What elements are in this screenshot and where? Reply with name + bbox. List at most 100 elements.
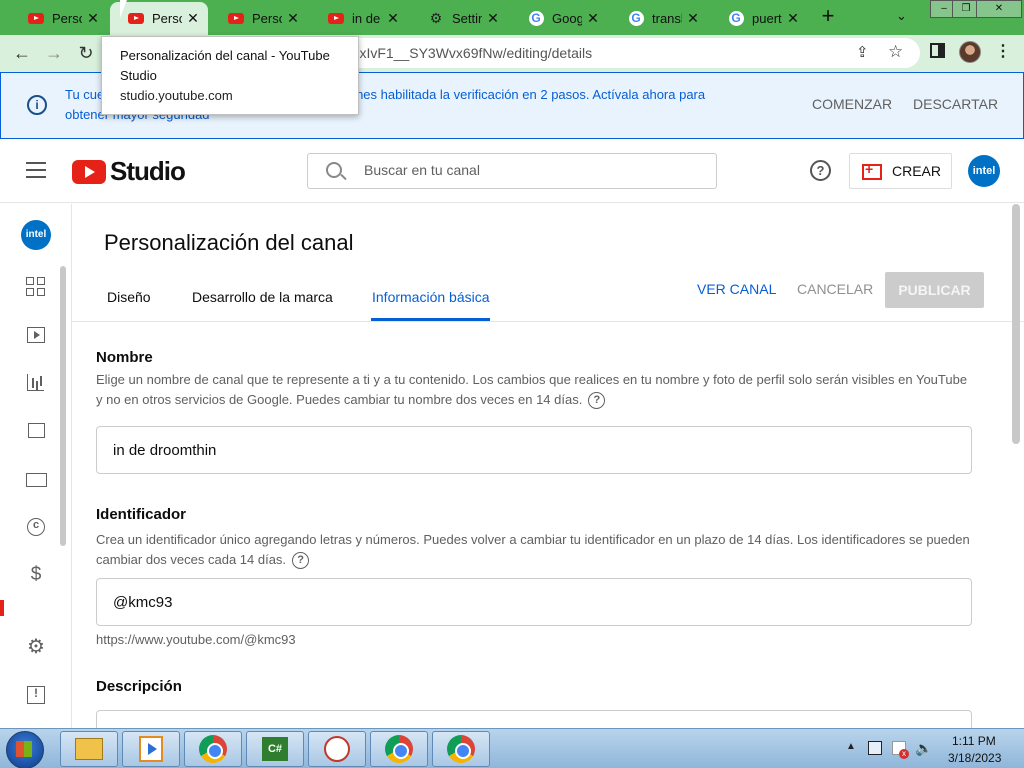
tooltip-title: Personalización del canal - YouTube Stud… (120, 48, 330, 83)
youtube-logo-icon[interactable] (72, 160, 106, 184)
content-icon[interactable] (25, 324, 47, 346)
browser-tab-8[interactable]: G puerto ✕ (710, 4, 808, 32)
gear-icon: ⚙ (429, 9, 443, 26)
close-tab-icon[interactable]: ✕ (586, 10, 600, 27)
comments-icon[interactable] (25, 420, 47, 442)
close-tab-icon[interactable]: ✕ (486, 10, 500, 27)
windows-taskbar: C# ▲ 🔈 1:11 PM 3/18/2023 (0, 728, 1024, 768)
tab-basic-info[interactable]: Información básica (372, 289, 490, 305)
google-icon: G (628, 10, 644, 26)
browser-tab-5[interactable]: ⚙ Settings ✕ (410, 4, 508, 32)
clock-date[interactable]: 3/18/2023 (948, 751, 1001, 765)
nav-scrollbar[interactable] (60, 266, 66, 546)
tab-layout[interactable]: Diseño (107, 289, 151, 305)
snipping-tool-icon (324, 736, 350, 762)
browser-tab-6[interactable]: G Google ✕ (510, 4, 608, 32)
browser-tab-4[interactable]: in de droomthin ✕ (310, 4, 408, 32)
channel-avatar[interactable]: intel (968, 155, 1000, 187)
handle-field[interactable]: @kmc93 (96, 578, 972, 626)
browser-tab-3[interactable]: Personali ✕ (210, 4, 308, 32)
settings-gear-icon[interactable]: ⚙ (25, 636, 47, 658)
close-tab-icon[interactable]: ✕ (786, 10, 800, 27)
nav-active-indicator (0, 600, 4, 616)
browser-menu-icon[interactable]: ⋮ (995, 41, 1011, 61)
channel-name-field[interactable]: in de droomthin (96, 426, 972, 474)
google-icon: G (728, 10, 744, 26)
dashboard-icon[interactable] (25, 276, 47, 298)
view-channel-button[interactable]: VER CANAL (697, 281, 776, 297)
media-player-icon (139, 736, 163, 762)
name-help-icon[interactable]: ? (588, 392, 606, 410)
taskbar-explorer[interactable] (60, 731, 118, 767)
start-button[interactable]: COMENZAR (812, 96, 892, 112)
taskbar-chrome-3[interactable] (432, 731, 490, 767)
youtube-icon (328, 10, 344, 26)
close-tab-icon[interactable]: ✕ (86, 10, 100, 27)
earn-dollar-icon[interactable]: $ (25, 564, 47, 586)
taskbar-chrome-1[interactable] (184, 731, 242, 767)
side-panel-icon[interactable] (930, 43, 945, 58)
nav-channel-avatar[interactable]: intel (21, 220, 51, 250)
cancel-button[interactable]: CANCELAR (797, 281, 873, 297)
close-tab-icon[interactable]: ✕ (286, 10, 300, 27)
help-icon[interactable]: ? (810, 160, 831, 181)
browser-tab-strip: Personali ✕ Personali ✕ Personali ✕ in d… (0, 0, 1024, 35)
main-scrollbar[interactable] (1012, 204, 1020, 444)
taskbar-chrome-2[interactable] (370, 731, 428, 767)
create-label: CREAR (892, 163, 942, 179)
analytics-icon[interactable] (25, 372, 47, 394)
tab-title: Settings (452, 10, 482, 26)
chrome-icon (385, 735, 413, 763)
chrome-icon (447, 735, 475, 763)
tab-title: Personali (52, 10, 82, 26)
tab-branding[interactable]: Desarrollo de la marca (192, 289, 333, 305)
taskbar-media-player[interactable] (122, 731, 180, 767)
tab-title: translate (652, 10, 682, 26)
name-section-title: Nombre (96, 349, 153, 366)
action-center-flag-icon[interactable] (892, 741, 909, 759)
tabs-divider (72, 321, 1024, 322)
close-tab-icon[interactable]: ✕ (186, 10, 200, 27)
taskbar-csharp[interactable]: C# (246, 731, 304, 767)
close-window-button[interactable]: ✕ (976, 0, 1022, 18)
folder-icon (75, 738, 103, 760)
csharp-icon: C# (262, 737, 288, 761)
youtube-icon (28, 10, 44, 26)
create-button[interactable]: CREAR (849, 153, 952, 189)
dismiss-button[interactable]: DESCARTAR (913, 96, 998, 112)
publish-button[interactable]: PUBLICAR (885, 272, 984, 308)
new-tab-button[interactable]: + (816, 5, 840, 29)
tab-title: Personali (252, 10, 282, 26)
tab-search-icon[interactable]: ⌄ (896, 8, 907, 24)
start-button[interactable] (2, 729, 46, 768)
search-input[interactable] (364, 162, 694, 178)
left-nav: intel $ ⚙ (0, 204, 72, 728)
feedback-icon[interactable] (25, 684, 47, 706)
description-field[interactable] (96, 710, 972, 728)
back-arrow-icon[interactable]: ← (10, 42, 34, 66)
reload-icon[interactable]: ↻ (74, 42, 98, 66)
volume-icon[interactable]: 🔈 (915, 740, 932, 757)
taskbar-snipping[interactable] (308, 731, 366, 767)
handle-help-icon[interactable]: ? (292, 552, 310, 570)
bookmark-star-icon[interactable]: ☆ (888, 42, 903, 62)
clock-time[interactable]: 1:11 PM (952, 734, 996, 748)
youtube-icon (228, 10, 244, 26)
close-tab-icon[interactable]: ✕ (686, 10, 700, 27)
share-icon[interactable]: ⇪ (856, 43, 869, 61)
subtitles-icon[interactable] (25, 468, 47, 490)
handle-section-title: Identificador (96, 506, 187, 523)
show-hidden-icons-icon[interactable]: ▲ (846, 741, 856, 752)
close-tab-icon[interactable]: ✕ (386, 10, 400, 27)
profile-avatar[interactable] (959, 41, 981, 63)
copyright-icon[interactable] (25, 516, 47, 538)
browser-tab-7[interactable]: G translate ✕ (610, 4, 708, 32)
tab-title: Personali (152, 11, 182, 26)
hamburger-menu-icon[interactable] (26, 162, 46, 178)
forward-arrow-icon[interactable]: → (42, 42, 66, 66)
handle-url: https://www.youtube.com/@kmc93 (96, 632, 296, 647)
search-box[interactable] (307, 153, 717, 189)
network-icon[interactable] (868, 741, 882, 755)
browser-tab-1[interactable]: Personali ✕ (10, 4, 108, 32)
page-title: Personalización del canal (104, 230, 354, 255)
